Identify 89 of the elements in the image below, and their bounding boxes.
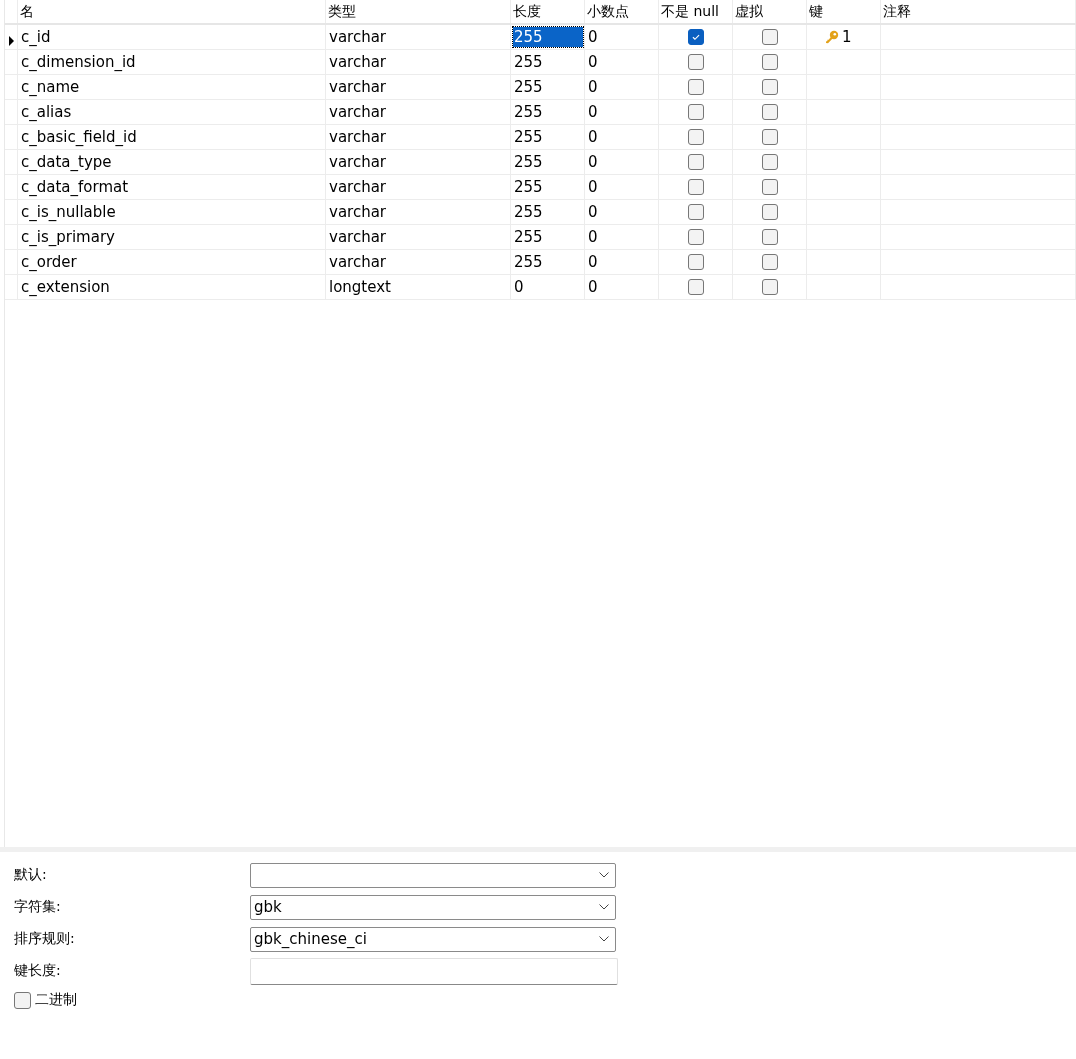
table-cell: 0 (587, 78, 599, 96)
table-cell: 0 (587, 253, 599, 271)
checkbox[interactable] (761, 229, 778, 245)
table-cell: varchar (328, 28, 388, 46)
table-cell: 0 (587, 278, 599, 296)
column-header[interactable]: 虚拟 (733, 0, 807, 23)
table-cell: c_basic_field_id (20, 128, 138, 146)
table-cell: 0 (587, 153, 599, 171)
table-cell: 0 (587, 103, 599, 121)
table-cell: 255 (513, 178, 544, 196)
table-cell: 255 (513, 153, 544, 171)
table-cell: 255 (513, 53, 544, 71)
checkbox[interactable] (761, 154, 778, 170)
checkbox[interactable] (687, 54, 704, 70)
checkbox[interactable] (761, 204, 778, 220)
table-cell: 0 (587, 228, 599, 246)
checkbox[interactable] (761, 79, 778, 95)
table-cell: 255 (513, 78, 544, 96)
checkbox[interactable] (761, 104, 778, 120)
table-cell: c_name (20, 78, 81, 96)
chevron-icon (599, 904, 609, 910)
column-header[interactable]: 名 (18, 0, 326, 23)
checkbox[interactable] (761, 254, 778, 270)
dropdown[interactable]: gbk_chinese_ci (250, 926, 616, 952)
field-label: 默认: (14, 866, 48, 884)
checkbox[interactable] (14, 991, 31, 1009)
table-cell: 255 (513, 253, 544, 271)
key-icon (825, 30, 839, 44)
column-header[interactable]: 长度 (511, 0, 585, 23)
column-header[interactable]: 不是 null (659, 0, 733, 23)
table-cell: c_is_primary (20, 228, 116, 246)
checkbox[interactable] (761, 54, 778, 70)
table-cell: c_order (20, 253, 78, 271)
input-field[interactable] (250, 957, 618, 985)
checkbox[interactable] (687, 204, 704, 220)
chevron-icon (599, 936, 609, 942)
table-cell: varchar (328, 228, 388, 246)
table-cell: longtext (328, 278, 392, 296)
table-cell: varchar (328, 203, 388, 221)
checkbox[interactable] (687, 79, 704, 95)
table-cell: 0 (587, 28, 599, 46)
column-header[interactable]: 类型 (326, 0, 511, 23)
table-cell: c_is_nullable (20, 203, 117, 221)
checkbox[interactable] (687, 129, 704, 145)
table-cell: 0 (587, 53, 599, 71)
table-cell: varchar (328, 153, 388, 171)
table-cell: 255 (513, 103, 544, 121)
field-label: 排序规则: (14, 930, 76, 948)
table-cell: varchar (328, 103, 388, 121)
checkbox[interactable] (761, 279, 778, 295)
checkbox[interactable] (687, 279, 704, 295)
checkbox[interactable] (687, 29, 704, 45)
table-cell: varchar (328, 53, 388, 71)
table-cell: c_id (20, 28, 52, 46)
checkbox[interactable] (761, 179, 778, 195)
checkbox[interactable] (687, 154, 704, 170)
table-cell: varchar (328, 78, 388, 96)
table-cell: 0 (587, 128, 599, 146)
table-cell: 255 (513, 203, 544, 221)
table-cell: c_extension (20, 278, 111, 296)
checkbox[interactable] (687, 254, 704, 270)
checkbox[interactable] (687, 179, 704, 195)
table-cell[interactable]: 255 (513, 27, 583, 47)
table-cell: 255 (513, 128, 544, 146)
table-cell: varchar (328, 178, 388, 196)
field-label: 键长度: (14, 962, 62, 980)
checkbox-label: 二进制 (35, 991, 77, 1009)
table-cell: c_data_type (20, 153, 113, 171)
checkbox[interactable] (761, 129, 778, 145)
column-header[interactable]: 注释 (881, 0, 1076, 23)
checkbox[interactable] (687, 104, 704, 120)
table-cell: c_dimension_id (20, 53, 137, 71)
table-cell: 0 (587, 178, 599, 196)
table-cell: c_alias (20, 103, 73, 121)
checkbox[interactable] (687, 229, 704, 245)
table-cell: 255 (513, 228, 544, 246)
table-cell: c_data_format (20, 178, 130, 196)
table-cell: 0 (587, 203, 599, 221)
table-cell: varchar (328, 128, 388, 146)
field-label: 字符集: (14, 898, 62, 916)
table-cell: 0 (513, 278, 525, 296)
column-header[interactable]: 小数点 (585, 0, 659, 23)
chevron-icon (599, 872, 609, 878)
table-cell: varchar (328, 253, 388, 271)
checkbox[interactable] (761, 29, 778, 45)
key-number: 1 (841, 28, 853, 46)
dropdown[interactable] (250, 862, 616, 888)
dropdown[interactable]: gbk (250, 894, 616, 920)
column-header[interactable]: 键 (807, 0, 881, 23)
